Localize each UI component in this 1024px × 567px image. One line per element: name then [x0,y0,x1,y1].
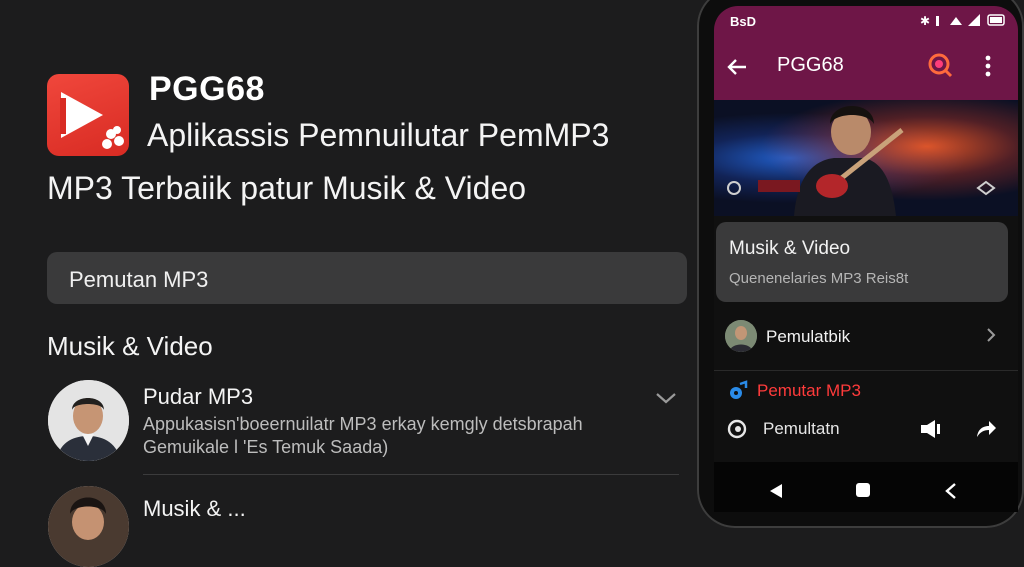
app-name: PGG68 [149,70,265,108]
chevron-right-icon[interactable] [984,326,998,344]
navigation-bar [714,462,1018,512]
list-item-description: Gemuikale l 'Es Temuk Saada) [143,437,389,457]
guitarist-image [727,106,996,216]
back-arrow-icon[interactable] [726,56,748,78]
share-icon[interactable] [975,419,997,439]
list-item-label[interactable]: Pemulatbik [766,327,850,347]
search-icon[interactable] [926,51,954,79]
phone-screen: BsD ✱ PGG68 Musik & Video Quenenelaries … [714,6,1018,512]
play-icon [60,92,124,149]
search-input-value: Pemutan MP3 [69,267,209,292]
section-heading: Musik & Video [47,331,213,361]
card-title: Musik & Video [729,238,851,259]
status-time: BsD [730,14,757,29]
signal-icon [936,16,939,26]
nav-home-icon[interactable] [856,483,870,497]
list-item-title[interactable]: Musik & ... [143,496,246,522]
speaker-icon[interactable] [919,420,941,438]
status-icons: ✱ [920,14,1005,27]
hero-banner[interactable] [714,100,1018,216]
divider [714,370,1018,371]
chevron-down-icon[interactable] [654,388,678,408]
more-vertical-icon[interactable] [978,53,998,79]
app-icon [47,74,129,156]
wifi-icon [950,17,962,25]
app-bar: PGG68 [714,34,1018,100]
status-bar: BsD ✱ [714,6,1018,34]
next-icon [976,180,996,196]
avatar [48,486,129,567]
avatar [48,380,129,461]
list-item-label[interactable]: Pemutar MP3 [757,381,861,401]
at-icon [727,419,747,439]
app-bar-title: PGG68 [777,54,844,76]
app-subtitle: MP3 Terbaiik patur Musik & Video [47,170,527,206]
nav-recent-icon[interactable] [944,482,958,500]
list-item-label[interactable]: Pemultatn [763,419,840,439]
avatar [725,320,757,352]
card-subtitle: Quenenelaries MP3 Reis8t [729,270,909,287]
list-item-title[interactable]: Pudar MP3 [143,384,253,410]
search-input[interactable]: Pemutan MP3 [47,252,687,304]
list-item-description: Appukasisn'boeernuilatr MP3 erkay kemgly… [143,414,583,434]
info-card[interactable]: Musik & Video Quenenelaries MP3 Reis8t [716,222,1008,302]
music-note-icon [730,380,748,399]
nav-back-icon[interactable] [769,483,783,499]
bluetooth-icon: ✱ [920,14,930,27]
divider [143,474,679,475]
cellular-icon [968,14,980,26]
app-tagline: Aplikassis Pemnuilutar PemMP3 [147,117,610,153]
prev-icon [727,181,741,195]
